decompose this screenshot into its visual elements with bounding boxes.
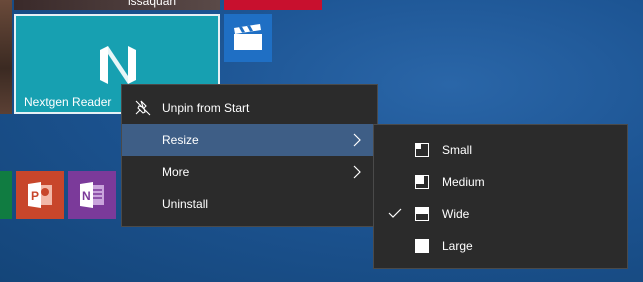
chevron-right-icon [353, 165, 361, 179]
green-app-tile[interactable] [0, 171, 12, 219]
red-app-tile[interactable] [224, 0, 322, 10]
tile-size-large-icon [415, 239, 429, 253]
menu-item-resize[interactable]: Resize [122, 124, 377, 156]
resize-submenu: Small Medium Wide Large [373, 124, 628, 269]
onenote-icon: N [80, 182, 104, 208]
svg-text:P: P [31, 189, 39, 203]
people-tile[interactable] [14, 0, 220, 10]
menu-item-label: More [162, 165, 190, 179]
tile-size-medium-icon [415, 175, 429, 189]
onenote-tile[interactable]: N [68, 171, 116, 219]
checkmark-icon [388, 208, 402, 218]
menu-item-label: Unpin from Start [162, 101, 250, 115]
people-tile-name: issaquah [128, 0, 177, 8]
menu-item-label: Uninstall [162, 197, 209, 211]
resize-option-label: Large [442, 239, 473, 253]
menu-item-more[interactable]: More [122, 156, 377, 188]
chevron-right-icon [353, 133, 361, 147]
photo-tile[interactable] [0, 0, 12, 114]
svg-text:N: N [82, 189, 91, 203]
nextgen-reader-logo-icon [100, 46, 136, 84]
movies-tv-tile[interactable] [224, 14, 272, 62]
tile-size-small-icon [415, 143, 429, 157]
nextgen-reader-label: Nextgen Reader [24, 95, 112, 109]
tile-context-menu: Unpin from Start Resize More Uninstall [121, 84, 378, 227]
powerpoint-icon: P [28, 182, 52, 208]
unpin-icon [135, 100, 151, 116]
movies-tv-icon [234, 24, 262, 50]
resize-option-medium[interactable]: Medium [374, 166, 627, 198]
powerpoint-tile[interactable]: P [16, 171, 64, 219]
resize-option-label: Medium [442, 175, 485, 189]
menu-item-uninstall[interactable]: Uninstall [122, 188, 377, 220]
resize-option-label: Wide [442, 207, 470, 221]
menu-item-unpin[interactable]: Unpin from Start [122, 92, 377, 124]
resize-option-wide[interactable]: Wide [374, 198, 627, 230]
resize-option-large[interactable]: Large [374, 230, 627, 262]
resize-option-label: Small [442, 143, 473, 157]
menu-item-label: Resize [162, 133, 199, 147]
resize-option-small[interactable]: Small [374, 134, 627, 166]
tile-size-wide-icon [415, 207, 429, 221]
